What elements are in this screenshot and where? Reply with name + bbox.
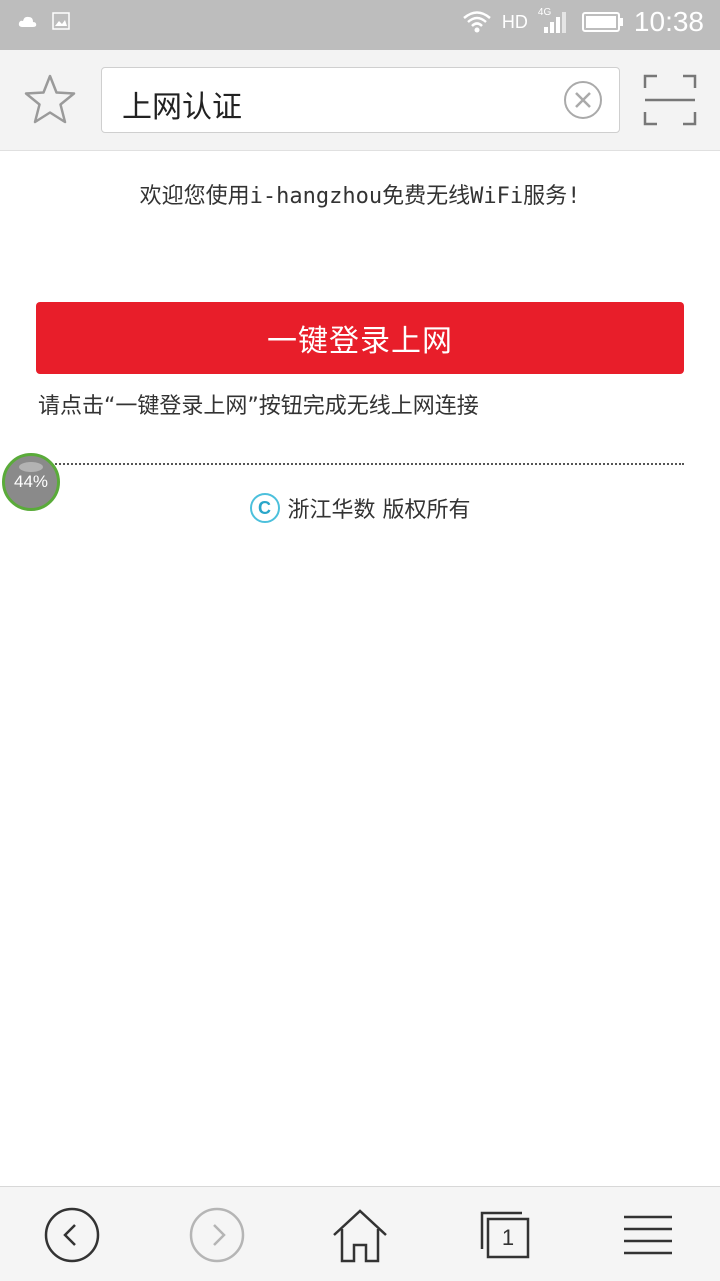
- home-button[interactable]: [330, 1205, 390, 1265]
- gallery-icon: [52, 12, 70, 30]
- tab-count: 1: [501, 1225, 515, 1250]
- network-type: HD: [501, 11, 528, 32]
- menu-icon: [624, 1215, 672, 1255]
- progress-label: 44%: [13, 472, 49, 491]
- status-left-icons: [18, 12, 70, 30]
- forward-button[interactable]: [187, 1205, 247, 1265]
- weather-icon: [18, 16, 37, 27]
- loading-progress-bubble[interactable]: 44%: [2, 453, 60, 511]
- back-button[interactable]: [42, 1205, 102, 1265]
- dotted-divider: [36, 463, 684, 465]
- forward-arrow-icon: [189, 1207, 245, 1263]
- welcome-text: 欢迎您使用i-hangzhou免费无线WiFi服务!: [139, 184, 581, 209]
- status-bar: HD 4G 10:38: [0, 0, 720, 50]
- browser-toolbar: 上网认证: [0, 50, 720, 151]
- back-arrow-icon: [44, 1207, 100, 1263]
- menu-button[interactable]: [618, 1205, 678, 1265]
- clear-circle-icon: [564, 81, 602, 119]
- home-icon: [333, 1209, 387, 1263]
- star-icon: [24, 74, 76, 124]
- signal-icon: 4G: [538, 7, 572, 35]
- bottom-nav-bar: 1: [0, 1186, 720, 1281]
- scan-button[interactable]: [643, 74, 697, 126]
- battery-icon: [581, 12, 623, 32]
- clear-button[interactable]: [563, 80, 603, 120]
- copyright-icon: C: [249, 493, 280, 523]
- bookmark-button[interactable]: [22, 72, 78, 128]
- tabs-button[interactable]: 1: [476, 1205, 536, 1265]
- scan-icon: [643, 74, 697, 126]
- one-click-login-button[interactable]: 一键登录上网: [36, 302, 684, 374]
- login-hint: 请点击“一键登录上网”按钮完成无线上网连接: [38, 394, 479, 419]
- copyright-footer: C 浙江华数 版权所有: [0, 492, 720, 524]
- copyright-text: 浙江华数 版权所有: [287, 498, 471, 523]
- wifi-icon: [463, 11, 491, 33]
- clock: 10:38: [633, 6, 704, 37]
- address-bar-text[interactable]: 上网认证: [122, 82, 242, 126]
- status-right-icons: HD 4G 10:38: [462, 6, 704, 38]
- address-bar[interactable]: 上网认证: [101, 67, 620, 133]
